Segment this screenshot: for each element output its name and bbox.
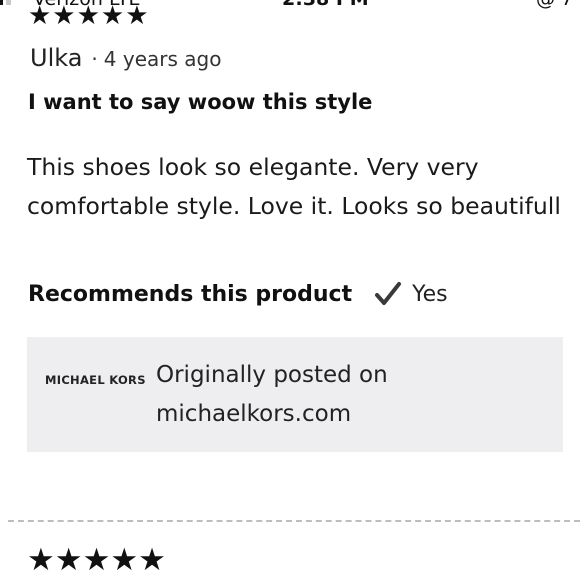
brand-logo: MICHAEL KORS [45,373,146,387]
recommendation: Recommends this product Yes [28,280,448,308]
rating-stars: ★★★★★ [28,1,150,31]
review-divider [8,520,580,522]
signal-icon [0,0,11,5]
source-box: MICHAEL KORS Originally posted on michae… [27,337,563,452]
next-review-stars: ★★★★★ [27,542,166,578]
recommend-label: Recommends this product [28,281,353,307]
source-text: Originally posted on michaelkors.com [156,362,388,427]
review-body: This shoes look so elegante. Very very c… [27,153,561,220]
review-meta: Ulka · 4 years ago [30,44,221,72]
check-icon [375,282,402,305]
review-age: 4 years ago [103,47,222,71]
status-icons: @ 7 [536,0,573,10]
clock: 2:38 PM [282,0,369,10]
meta-separator: · [91,47,98,71]
review-title: I want to say woow this style [28,90,373,114]
recommend-value: Yes [412,281,448,307]
reviewer-name: Ulka [30,44,83,72]
